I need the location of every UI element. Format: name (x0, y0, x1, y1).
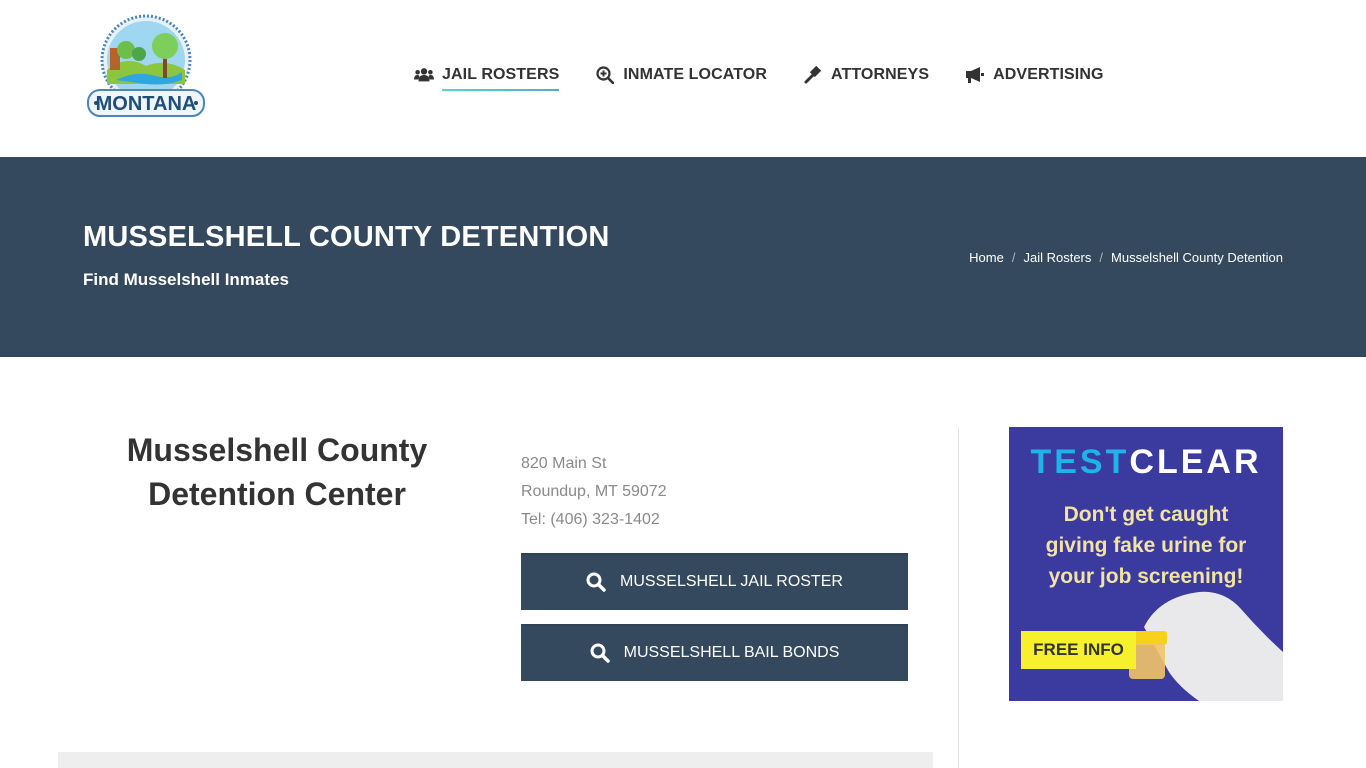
button-label: MUSSELSHELL JAIL ROSTER (620, 572, 843, 590)
search-plus-icon (595, 66, 615, 84)
montana-logo[interactable]: MONTANA (86, 14, 206, 118)
svg-text:MONTANA: MONTANA (96, 93, 197, 115)
nav-label: ATTORNEYS (831, 66, 930, 83)
breadcrumb-jail-rosters[interactable]: Jail Rosters (1023, 250, 1091, 265)
nav-label: INMATE LOCATOR (623, 66, 767, 83)
breadcrumb-home[interactable]: Home (969, 250, 1004, 265)
gavel-icon (803, 66, 823, 84)
address-city: Roundup, MT 59072 (521, 483, 667, 500)
breadcrumb-separator: / (1099, 250, 1104, 265)
content-footer-bar (58, 752, 933, 768)
search-icon (586, 572, 606, 592)
button-label: MUSSELSHELL BAIL BONDS (623, 643, 840, 661)
nav-label: ADVERTISING (993, 66, 1104, 83)
bail-bonds-button[interactable]: MUSSELSHELL BAIL BONDS (521, 624, 908, 681)
main-nav: JAIL ROSTERS INMATE LOCATOR ATTORNEYS AD… (414, 66, 1140, 91)
nav-label: JAIL ROSTERS (442, 66, 560, 83)
nav-inmate-locator[interactable]: INMATE LOCATOR (595, 66, 767, 84)
address-street: 820 Main St (521, 455, 607, 472)
ad-brand: TESTCLEAR (1030, 443, 1262, 481)
address-phone: Tel: (406) 323-1402 (521, 511, 660, 528)
facility-name-line1: Musselshell County (126, 432, 428, 468)
breadcrumb: Home / Jail Rosters / Musselshell County… (969, 250, 1283, 265)
ad-headline: Don't get caught giving fake urine for y… (1045, 503, 1247, 588)
testclear-ad[interactable]: TESTCLEAR Don't get caught giving fake u… (1009, 427, 1283, 701)
page-title: MUSSELSHELL COUNTY DETENTION (83, 221, 610, 253)
ad-cta-button[interactable]: FREE INFO (1021, 631, 1136, 669)
nav-jail-rosters[interactable]: JAIL ROSTERS (414, 66, 560, 91)
nav-attorneys[interactable]: ATTORNEYS (803, 66, 929, 84)
page-subtitle: Find Musselshell Inmates (83, 270, 289, 289)
facility-address: 820 Main St Roundup, MT 59072 Tel: (406)… (521, 450, 667, 534)
breadcrumb-current: Musselshell County Detention (1111, 250, 1283, 265)
users-icon (414, 66, 434, 84)
megaphone-icon (965, 66, 985, 84)
page-title-bar: MUSSELSHELL COUNTY DETENTION Find Mussel… (0, 157, 1366, 357)
site-header: MONTANA JAIL ROSTERS INMATE LOCATOR ATTO… (0, 0, 1366, 157)
jail-roster-button[interactable]: MUSSELSHELL JAIL ROSTER (521, 553, 908, 610)
sidebar-divider (958, 427, 959, 768)
facility-name: Musselshell County Detention Center (100, 428, 454, 516)
breadcrumb-separator: / (1011, 250, 1016, 265)
search-icon (590, 643, 610, 663)
facility-name-line2: Detention Center (148, 476, 406, 512)
active-underline (442, 89, 560, 91)
nav-advertising[interactable]: ADVERTISING (965, 66, 1103, 84)
